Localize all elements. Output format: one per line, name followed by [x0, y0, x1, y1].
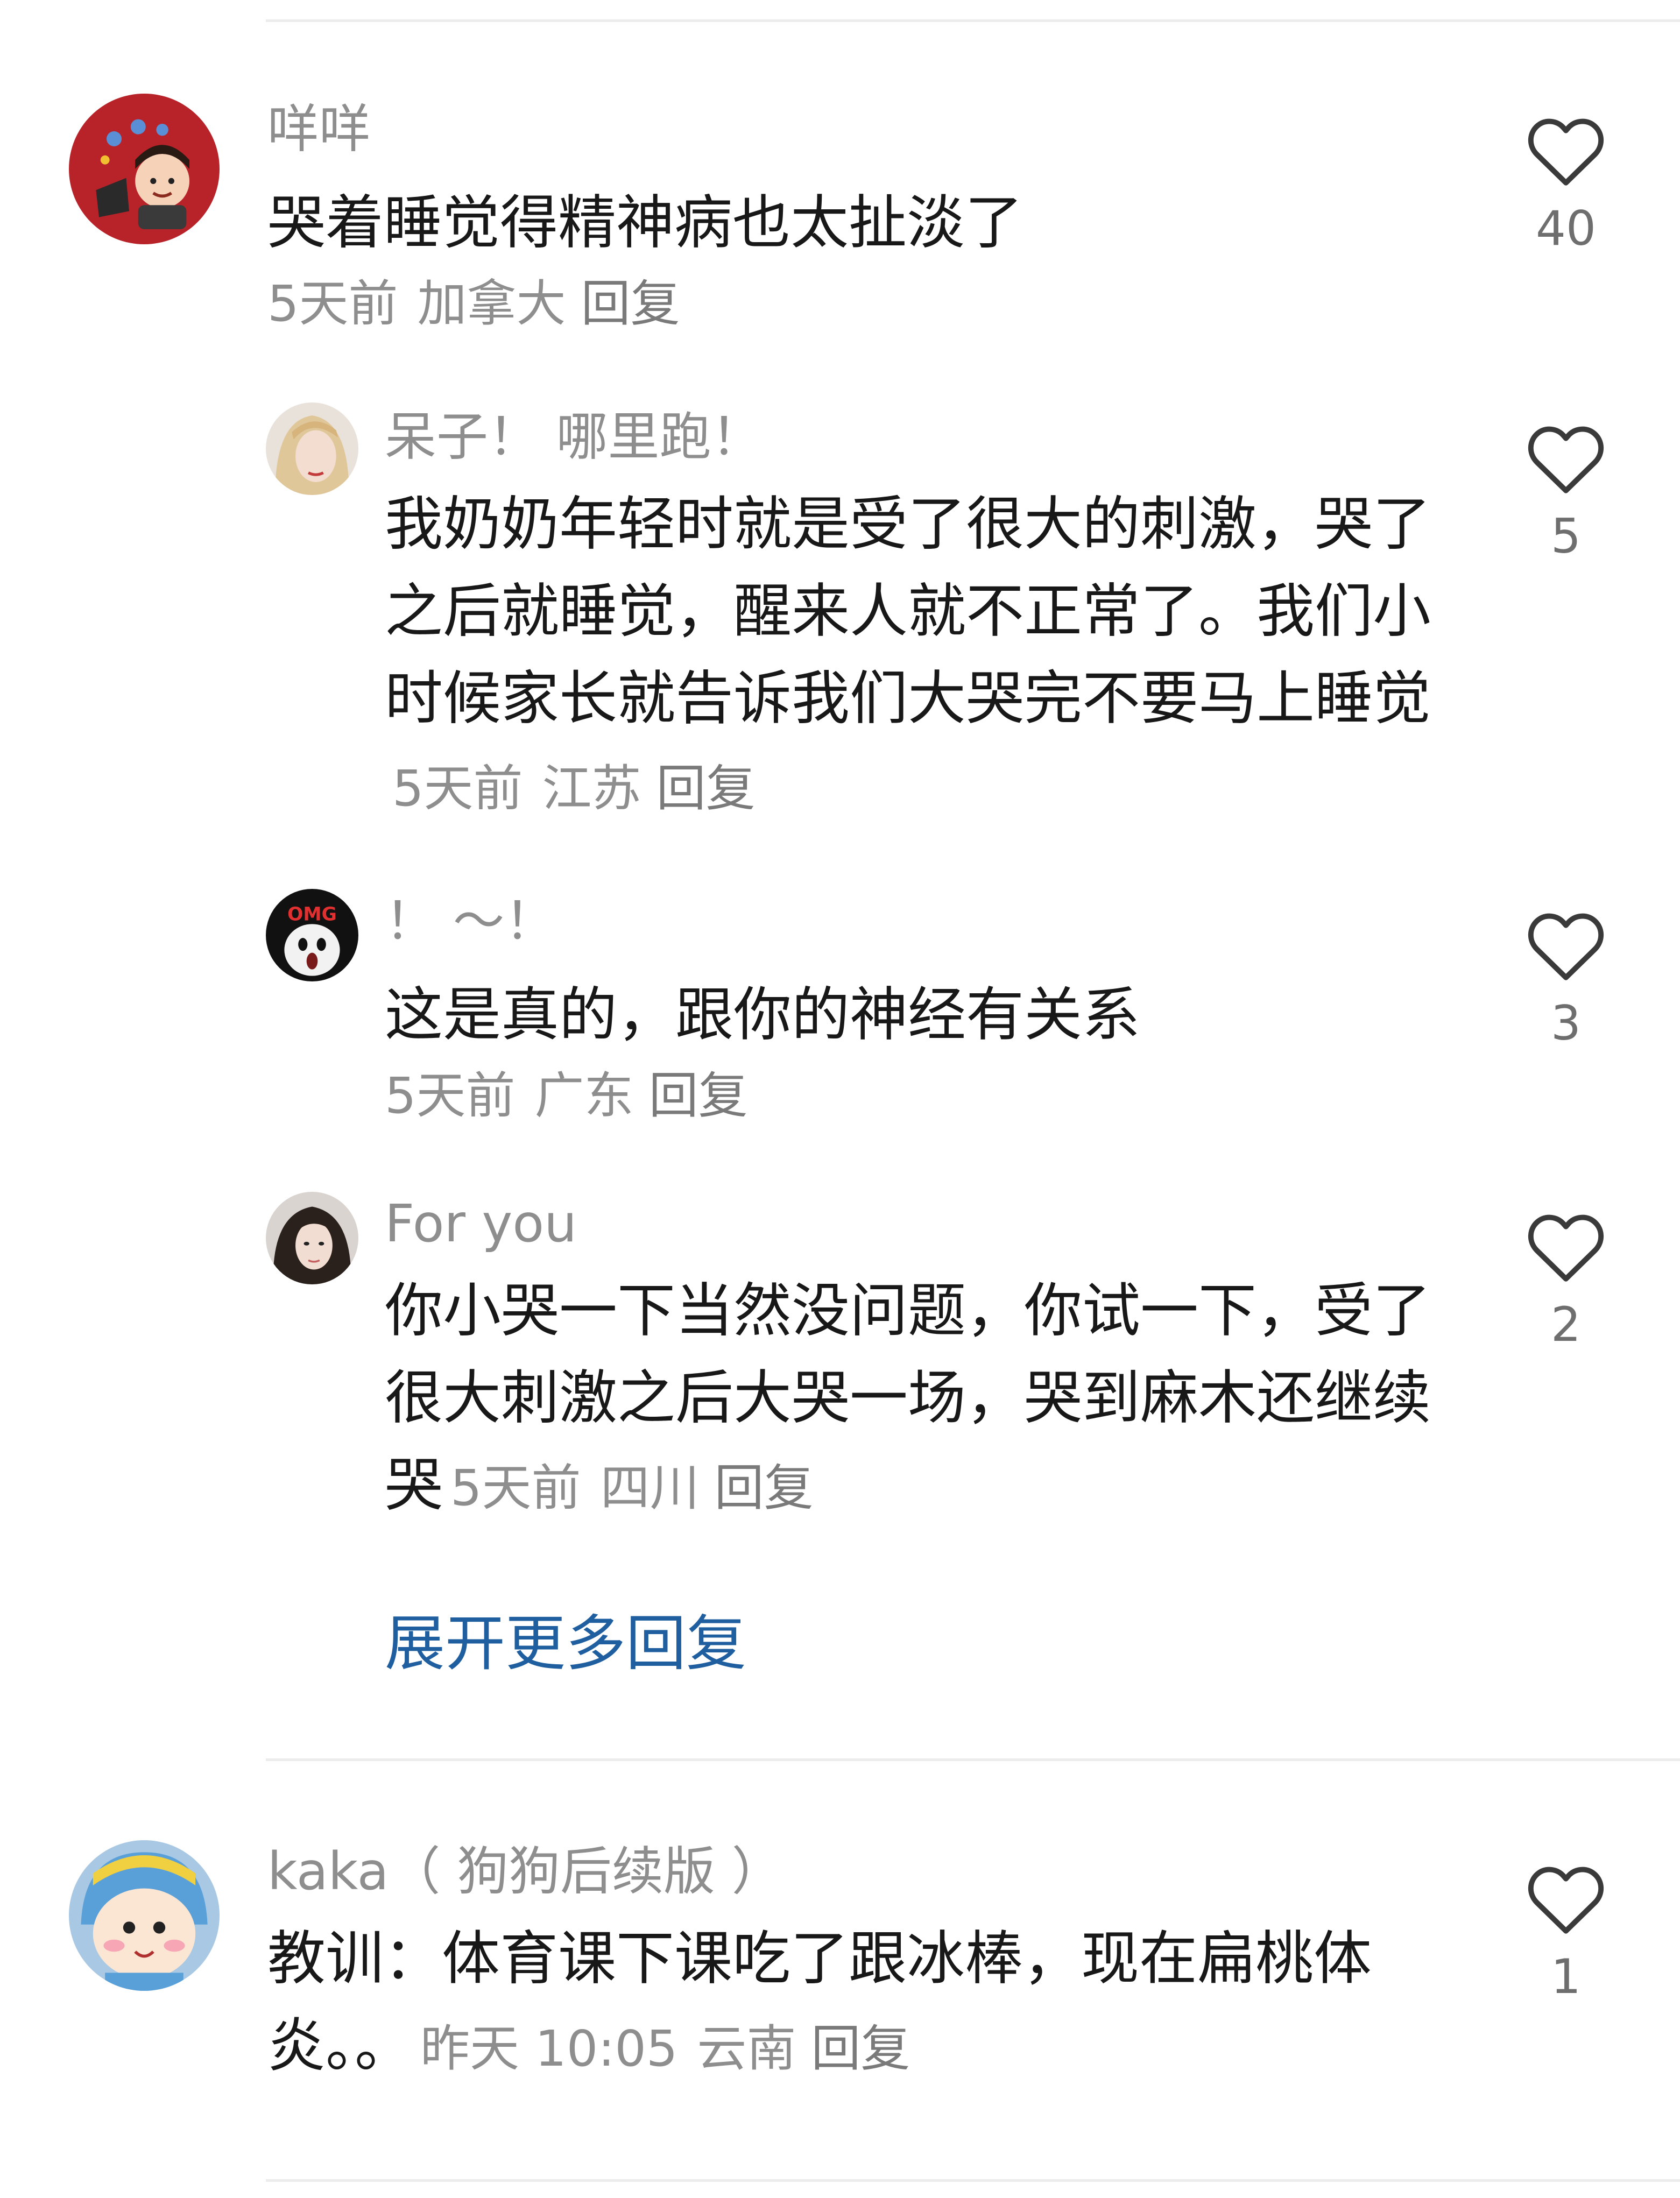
- reply-time: 5天前: [392, 760, 523, 817]
- username[interactable]: ！ ～！: [385, 889, 1483, 953]
- avatar-text: OMG: [287, 903, 337, 925]
- avatar-omg-icon: OMG: [266, 889, 358, 981]
- reply-location: 江苏: [542, 760, 641, 817]
- reply-button[interactable]: 回复: [581, 275, 680, 333]
- heart-outline-icon: [1528, 426, 1604, 493]
- username[interactable]: 呆子！ 哪里跑！: [385, 405, 1483, 469]
- reply-button[interactable]: 回复: [657, 760, 756, 817]
- avatar-cartoon-icon: [69, 1840, 220, 1991]
- comment-text: 教训：体育课下课吃了跟冰棒，现在扁桃体炎。。 昨天 10:05 云南 回复: [267, 1916, 1473, 2093]
- avatar[interactable]: OMG: [266, 889, 358, 981]
- comment-meta: 5天前 加拿大 回复: [267, 264, 1473, 344]
- comment-time: 昨天 10:05: [420, 2020, 678, 2077]
- username[interactable]: For you: [385, 1191, 1483, 1256]
- avatar-cartoon-icon: [69, 94, 220, 244]
- heart-outline-icon: [1528, 913, 1604, 980]
- avatar-photo-icon: [266, 402, 358, 495]
- like-count: 3: [1551, 995, 1581, 1051]
- reply-text: 这是真的，跟你的神经有关系: [385, 981, 1141, 1049]
- reply-time: 5天前: [385, 1067, 516, 1125]
- bottom-divider: [266, 2179, 1680, 2182]
- comment-meta: 昨天 10:05 云南 回复: [420, 2020, 910, 2077]
- reply-time: 5天前: [450, 1459, 581, 1517]
- like-button[interactable]: 3: [1512, 909, 1620, 1050]
- avatar[interactable]: [69, 1840, 220, 1991]
- comment-location: 加拿大: [417, 275, 566, 333]
- heart-outline-icon: [1528, 118, 1604, 186]
- top-divider: [266, 19, 1680, 22]
- comment-divider: [266, 1758, 1680, 1761]
- username[interactable]: kaka（ 狗狗后续版 ）: [267, 1839, 1473, 1904]
- heart-outline-icon: [1528, 1214, 1604, 1282]
- reply-meta: 5天前 广东 回复: [385, 1056, 1483, 1136]
- heart-outline-icon: [1528, 1867, 1604, 1934]
- reply-location: 广东: [534, 1067, 634, 1125]
- reply-button[interactable]: 回复: [649, 1067, 748, 1125]
- reply-meta: 5天前 四川 回复: [450, 1459, 814, 1517]
- avatar[interactable]: [266, 402, 358, 495]
- like-count: 2: [1551, 1297, 1581, 1352]
- like-button[interactable]: 5: [1512, 422, 1620, 563]
- username[interactable]: 咩咩: [267, 97, 1473, 161]
- reply-location: 四川: [600, 1459, 700, 1517]
- avatar[interactable]: [266, 1192, 358, 1284]
- comment-location: 云南: [697, 2020, 796, 2077]
- like-count: 1: [1551, 1949, 1581, 2004]
- reply-button[interactable]: 回复: [811, 2020, 910, 2077]
- reply-button[interactable]: 回复: [715, 1459, 814, 1517]
- reply-text: 我奶奶年轻时就是受了很大的刺激，哭了之后就睡觉，醒来人就不正常了。我们小时候家长…: [385, 481, 1483, 832]
- like-button[interactable]: 1: [1512, 1863, 1620, 2004]
- avatar-photo-icon: [266, 1192, 358, 1284]
- reply-meta: 5天前 江苏 回复: [392, 760, 756, 817]
- like-button[interactable]: 2: [1512, 1211, 1620, 1352]
- expand-replies-link[interactable]: 展开更多回复: [385, 1606, 746, 1681]
- comment-time: 5天前: [267, 275, 398, 333]
- like-count: 40: [1536, 201, 1596, 256]
- like-button[interactable]: 40: [1512, 115, 1620, 256]
- comment-text: 哭着睡觉得精神病也太扯淡了: [267, 189, 1023, 257]
- reply-text-content: 我奶奶年轻时就是受了很大的刺激，哭了之后就睡觉，醒来人就不正常了。我们小时候家长…: [385, 491, 1431, 732]
- reply-text: 你小哭一下当然没问题，你试一下，受了很大刺激之后大哭一场，哭到麻木还继续哭 5天前…: [385, 1268, 1483, 1532]
- avatar[interactable]: [69, 94, 220, 244]
- like-count: 5: [1551, 508, 1581, 564]
